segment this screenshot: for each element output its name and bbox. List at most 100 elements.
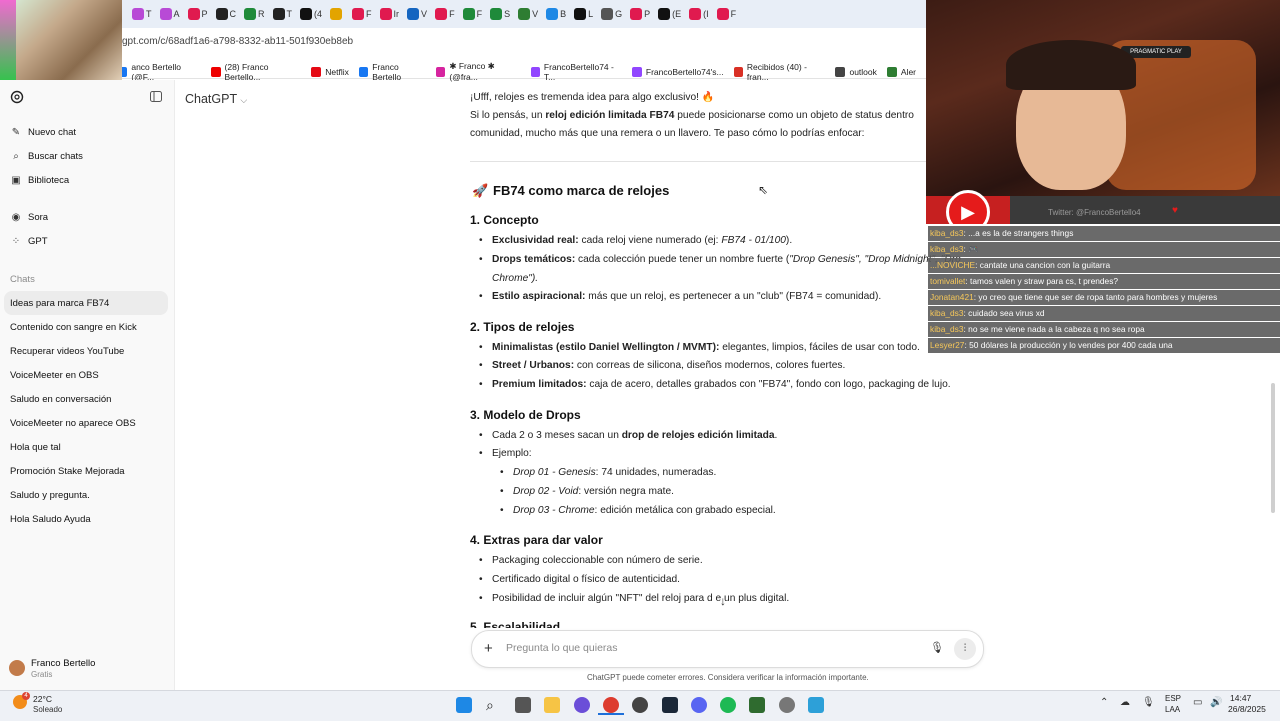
stream-chat: kiba_ds3: ...a es la de strangers things… [926, 224, 1280, 354]
browser-tab[interactable]: V [403, 0, 431, 28]
sidebar-chat-item[interactable]: Promoción Stake Mejorada [10, 466, 162, 477]
browser-tab[interactable]: V [514, 0, 542, 28]
twitter-handle: Twitter: @FrancoBertello4 [1048, 208, 1141, 217]
steam-icon[interactable] [662, 697, 678, 713]
sora-button[interactable]: ◉ Sora [10, 211, 48, 223]
microphone-icon[interactable]: 🎙 [930, 641, 944, 654]
browser-tab[interactable]: F [431, 0, 459, 28]
browser-tab[interactable]: (4 [296, 0, 326, 28]
browser-tab[interactable]: T [128, 0, 156, 28]
browser-tab[interactable]: F [713, 0, 741, 28]
user-name[interactable]: Franco Bertello [31, 658, 95, 669]
settings-gear-icon[interactable] [779, 697, 795, 713]
list-item: Certificado digital o físico de autentic… [479, 574, 680, 585]
url-text[interactable]: gpt.com/c/68adf1a6-a798-8332-ab11-501f93… [122, 36, 353, 47]
scrollbar[interactable] [1271, 383, 1275, 513]
sidebar-chat-item[interactable]: Saludo y pregunta. [10, 490, 162, 501]
browser-tab[interactable]: Ir [376, 0, 404, 28]
tab-label: G [615, 9, 623, 19]
app-icon[interactable] [749, 697, 765, 713]
browser-tab[interactable]: L [570, 0, 597, 28]
browser-tab[interactable]: (E [654, 0, 685, 28]
cloud-icon[interactable]: ☁ [1120, 697, 1130, 708]
microphone-icon[interactable]: 🎙 [1142, 697, 1155, 708]
intro-text: Si lo pensás, un [470, 110, 546, 121]
spotify-icon[interactable] [720, 697, 736, 713]
sidebar-chat-item[interactable]: Saludo en conversación [10, 394, 162, 405]
sidebar-chat-item[interactable]: VoiceMeeter no aparece OBS [10, 418, 162, 429]
bookmarks-bar: anco Bertello (@F... (28) Franco Bertello… [0, 56, 926, 82]
new-chat-button[interactable]: ✎ Nuevo chat [10, 126, 76, 138]
keyboard-layout[interactable]: LAA [1165, 705, 1180, 714]
browser-tab[interactable] [326, 0, 348, 28]
stream-chat-message: Lesyer27: 50 dólares la producción y lo … [928, 338, 1280, 353]
search-icon[interactable]: ⌕ [486, 697, 502, 713]
search-chats-button[interactable]: ⌕ Buscar chats [10, 150, 83, 162]
chat-text: : ...a es la de strangers things [963, 228, 1074, 238]
plus-icon[interactable]: + [484, 640, 493, 657]
list-item: Ejemplo: [479, 448, 532, 459]
obs-icon[interactable] [574, 697, 590, 713]
chatgpt-logo-icon[interactable] [10, 90, 24, 104]
tab-label: (4 [314, 9, 323, 19]
browser-tab[interactable]: G [597, 0, 626, 28]
browser-tab[interactable]: P [626, 0, 654, 28]
chrome-icon[interactable] [603, 697, 619, 713]
network-icon[interactable]: ▭ [1193, 697, 1202, 708]
language-code[interactable]: ESP [1165, 694, 1181, 703]
browser-tab[interactable]: F [348, 0, 376, 28]
avatar[interactable] [9, 660, 25, 676]
sidebar-chat-item[interactable]: Ideas para marca FB74 [10, 298, 162, 309]
voice-mode-icon[interactable]: ⫶ [954, 638, 976, 660]
input-placeholder[interactable]: Pregunta lo que quieras [506, 642, 618, 654]
weather-temp[interactable]: 22°C [33, 694, 52, 704]
browser-tab[interactable]: F [459, 0, 487, 28]
windows-start-icon[interactable] [456, 697, 472, 713]
sidebar-chat-item[interactable]: Hola Saludo Ayuda [10, 514, 162, 525]
bookmark-item[interactable]: ✱ Franco ✱ (@fra... [436, 61, 521, 82]
bookmark-item[interactable]: (28) Franco Bertello... [211, 61, 301, 82]
toggle-sidebar-icon[interactable] [150, 91, 162, 102]
browser-tab[interactable]: T [269, 0, 297, 28]
browser-tab[interactable]: C [212, 0, 241, 28]
browser-tab[interactable]: (I [685, 0, 713, 28]
chatgpt-app-icon[interactable] [632, 697, 648, 713]
chevron-up-icon[interactable]: ⌃ [1100, 697, 1108, 708]
prompt-input[interactable]: + Pregunta lo que quieras 🎙 ⫶ [471, 630, 984, 668]
clock-time[interactable]: 14:47 [1230, 693, 1251, 703]
discord-icon[interactable] [691, 697, 707, 713]
bookmark-item[interactable]: outlook [835, 61, 877, 82]
bookmark-item[interactable]: FrancoBertello74 - T... [530, 61, 622, 82]
clock-date[interactable]: 26/8/2025 [1228, 704, 1266, 714]
gpt-button[interactable]: ⁘ GPT [10, 235, 48, 247]
file-explorer-icon[interactable] [544, 697, 560, 713]
chat-text: : cuidado sea virus xd [963, 308, 1045, 318]
weather-desc[interactable]: Soleado [33, 705, 62, 714]
browser-tab[interactable]: B [542, 0, 570, 28]
sidebar-chat-item[interactable]: VoiceMeeter en OBS [10, 370, 162, 381]
model-selector[interactable]: ChatGPT ⌵ [185, 92, 247, 106]
tab-favicon-icon [518, 8, 531, 20]
browser-tab[interactable]: A [156, 0, 184, 28]
browser-tab[interactable]: S [486, 0, 514, 28]
stream-chat-message: kiba_ds3: no se me viene nada a la cabez… [928, 322, 1280, 337]
sidebar-chat-item[interactable]: Recuperar videos YouTube [10, 346, 162, 357]
bookmark-item[interactable]: Aler [886, 61, 916, 82]
sidebar-chat-item[interactable]: Contenido con sangre en Kick [10, 322, 162, 333]
bookmark-item[interactable]: Recibidos (40) - fran... [733, 61, 826, 82]
bookmark-label: ✱ Franco ✱ (@fra... [449, 61, 495, 82]
bookmark-item[interactable]: Netflix [311, 61, 349, 82]
bookmark-item[interactable]: FrancoBertello74's... [631, 61, 724, 82]
volume-icon[interactable]: 🔊 [1210, 697, 1222, 708]
scroll-down-icon[interactable]: ↓ [720, 594, 726, 608]
browser-tab[interactable]: P [184, 0, 212, 28]
tab-favicon-icon [462, 8, 475, 20]
bookmark-item[interactable]: Franco Bertello [358, 61, 426, 82]
task-view-icon[interactable] [515, 697, 531, 713]
browser-tab[interactable]: R [240, 0, 269, 28]
bookmark-item[interactable]: anco Bertello (@F... [118, 61, 201, 82]
divider [470, 161, 926, 162]
sidebar-chat-item[interactable]: Hola que tal [10, 442, 162, 453]
notepad-icon[interactable] [808, 697, 824, 713]
library-button[interactable]: ▣ Biblioteca [10, 174, 69, 186]
